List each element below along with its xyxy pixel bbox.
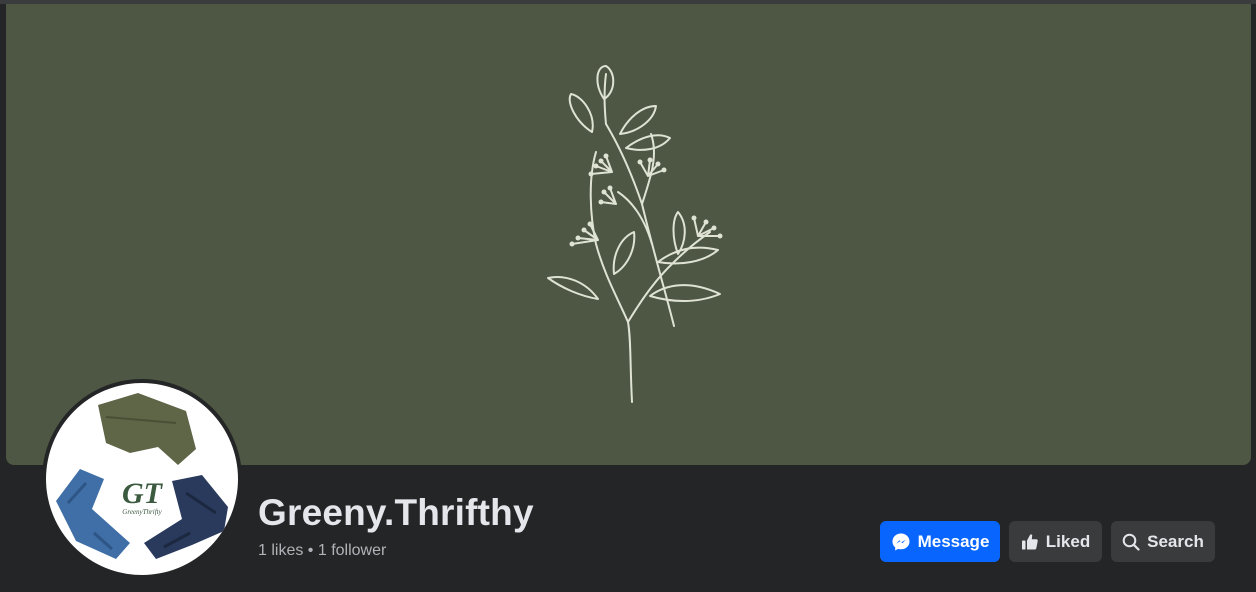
recycle-clothes-logo: GT GreenyThrifty [56, 393, 228, 559]
page-header: GT GreenyThrifty Greeny.Thrifthy 1 likes… [0, 0, 1256, 592]
search-button[interactable]: Search [1111, 521, 1215, 562]
page-stats[interactable]: 1 likes • 1 follower [258, 542, 386, 560]
avatar-monogram: GT [122, 477, 164, 510]
search-button-label: Search [1147, 531, 1204, 551]
page-title: Greeny.Thrifthy [258, 492, 534, 533]
messenger-icon [891, 532, 911, 552]
liked-button[interactable]: Liked [1009, 521, 1102, 562]
thumbs-up-icon [1021, 533, 1039, 551]
search-icon [1122, 533, 1140, 551]
avatar-wordmark: GreenyThrifty [122, 508, 162, 516]
message-button-label: Message [917, 531, 990, 551]
message-button[interactable]: Message [880, 521, 1000, 562]
liked-button-label: Liked [1045, 531, 1091, 551]
avatar[interactable]: GT GreenyThrifty [46, 383, 238, 575]
profile-picture-frame[interactable]: GT GreenyThrifty [42, 379, 242, 579]
